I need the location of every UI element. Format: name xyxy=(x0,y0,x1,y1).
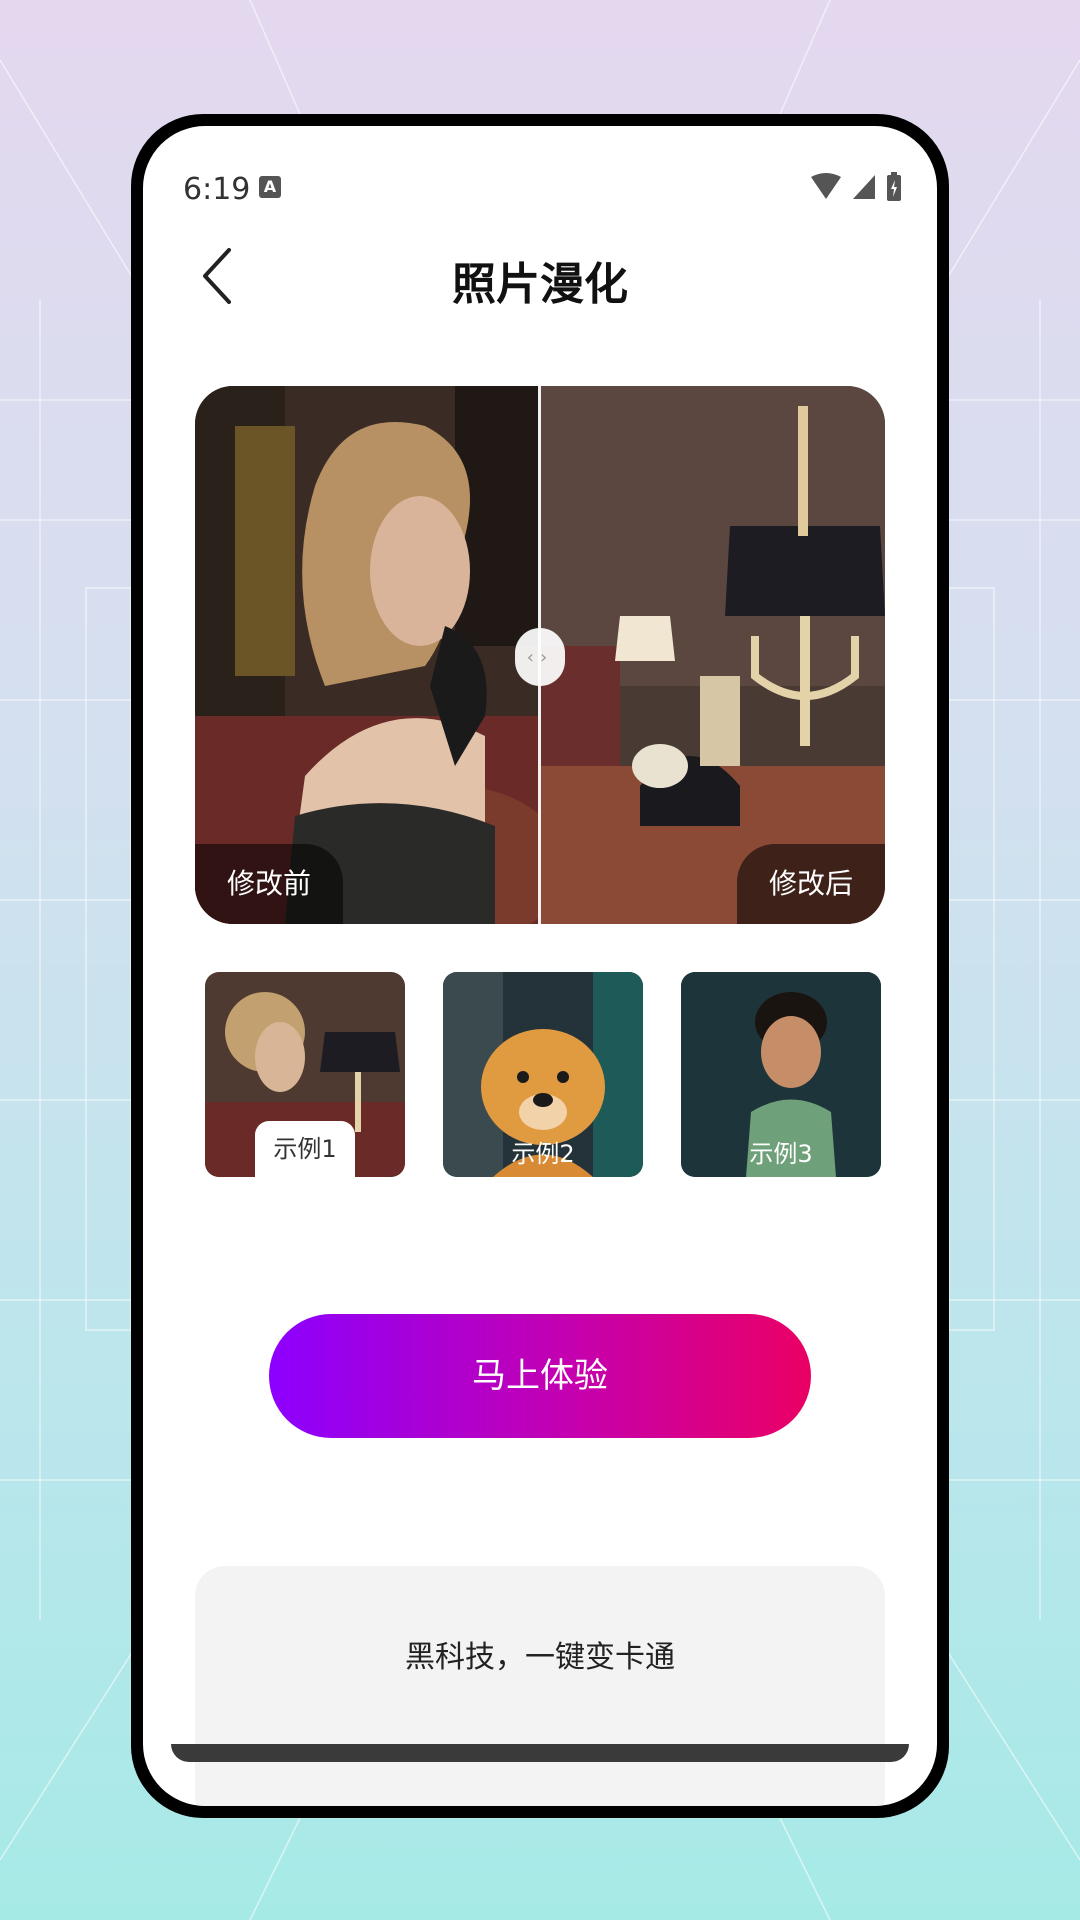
sample-item-1[interactable]: 示例1 xyxy=(205,972,405,1177)
before-label: 修改前 xyxy=(195,844,344,924)
status-icons xyxy=(809,172,903,202)
compare-slider-handle[interactable]: ‹› xyxy=(515,628,565,686)
page-title: 照片漫化 xyxy=(452,259,628,310)
status-time: 6:19 xyxy=(183,172,251,207)
battery-icon xyxy=(887,172,901,201)
sample-item-2[interactable]: 示例2 xyxy=(443,972,643,1177)
after-label: 修改后 xyxy=(736,844,885,924)
app-screen: 6:19 A 照片漫化 ‹› 修改前 修改后 示例1 示例2 示例3 马上体验 … xyxy=(143,126,937,1806)
before-after-compare[interactable]: ‹› 修改前 修改后 xyxy=(195,386,885,924)
left-right-arrows-icon: ‹› xyxy=(526,646,554,668)
bottom-banner-edge xyxy=(171,1744,909,1762)
notification-a-icon: A xyxy=(259,176,281,198)
sample-label: 示例3 xyxy=(749,1140,813,1168)
feature-card: 黑科技，一键变卡通 xyxy=(195,1566,885,1806)
phone-frame: 6:19 A 照片漫化 ‹› 修改前 修改后 示例1 示例2 示例3 马上体验 … xyxy=(131,114,949,1818)
sample-label: 示例2 xyxy=(511,1140,575,1168)
wifi-icon xyxy=(811,173,841,199)
signal-icon xyxy=(853,175,875,199)
sample-item-3[interactable]: 示例3 xyxy=(681,972,881,1177)
sample-list: 示例1 示例2 示例3 xyxy=(205,972,885,1177)
sample-label: 示例1 xyxy=(255,1121,355,1177)
try-now-button[interactable]: 马上体验 xyxy=(269,1314,811,1438)
feature-card-text: 黑科技，一键变卡通 xyxy=(405,1640,675,1675)
